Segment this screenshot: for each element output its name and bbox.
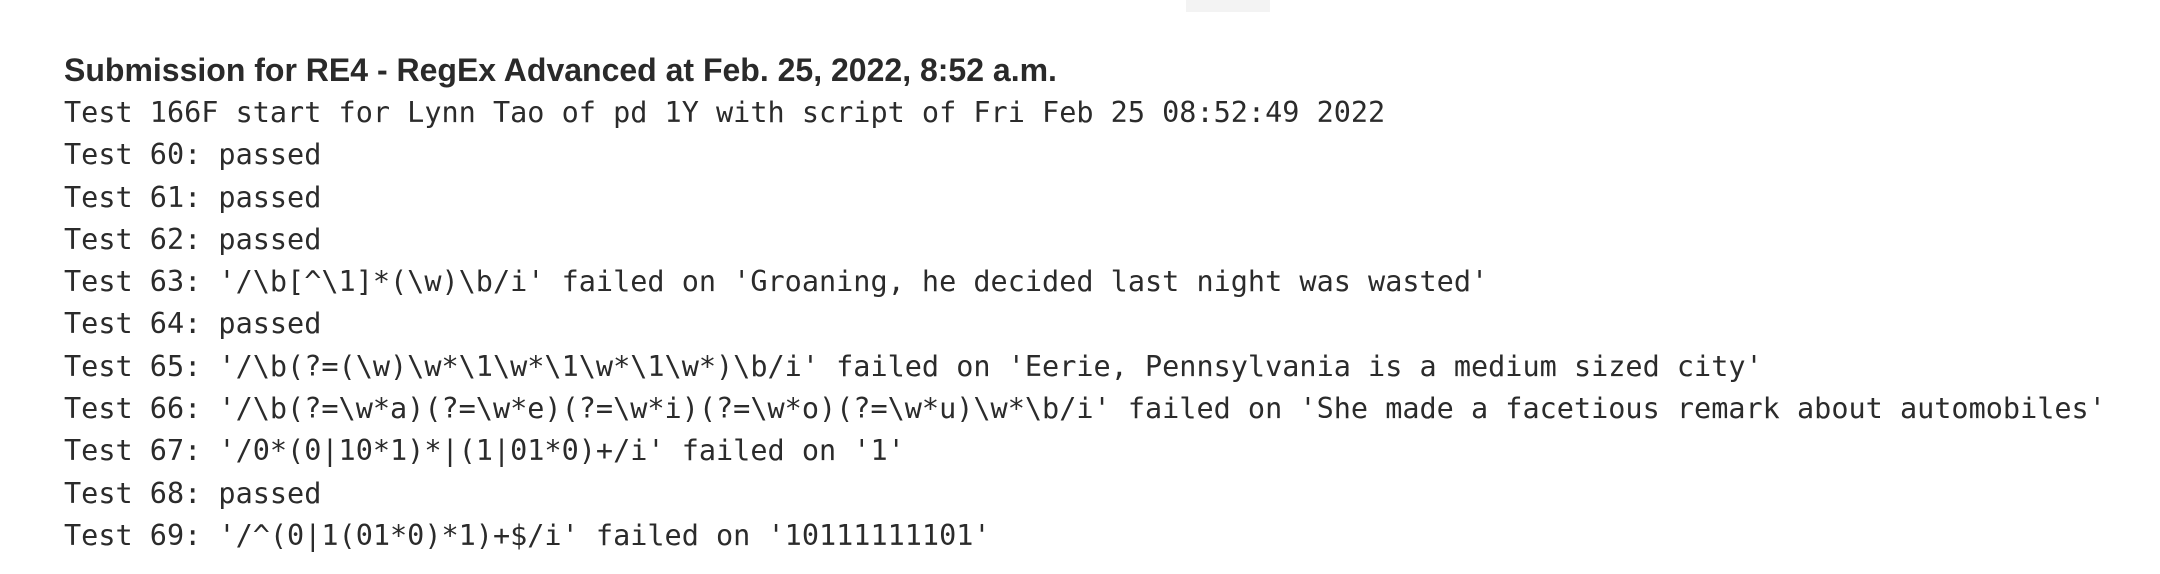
test-result-line: Test 68: passed [64,476,322,510]
test-log: Test 166F start for Lynn Tao of pd 1Y wi… [64,92,2160,557]
test-result-line: Test 61: passed [64,180,322,214]
test-result-line: Test 64: passed [64,307,322,341]
test-result-line: Test 60: passed [64,138,322,172]
test-result-line: Test 66: '/\b(?=\w*a)(?=\w*e)(?=\w*i)(?=… [64,392,2106,426]
test-result-line: Test 62: passed [64,222,322,256]
test-result-line: Test 65: '/\b(?=(\w)\w*\1\w*\1\w*\1\w*)\… [64,349,1763,383]
submission-content: Submission for RE4 - RegEx Advanced at F… [64,48,2160,557]
test-result-line: Test 69: '/^(0|1(01*0)*1)+$/i' failed on… [64,518,991,552]
top-tab[interactable] [1186,0,1270,12]
test-result-line: Test 63: '/\b[^\1]*(\w)\b/i' failed on '… [64,265,1489,299]
test-start-line: Test 166F start for Lynn Tao of pd 1Y wi… [64,96,1386,129]
submission-title: Submission for RE4 - RegEx Advanced at F… [64,52,1057,88]
submission-page: Submission for RE4 - RegEx Advanced at F… [0,0,2160,574]
test-result-line: Test 67: '/0*(0|10*1)*|(1|01*0)+/i' fail… [64,434,905,468]
